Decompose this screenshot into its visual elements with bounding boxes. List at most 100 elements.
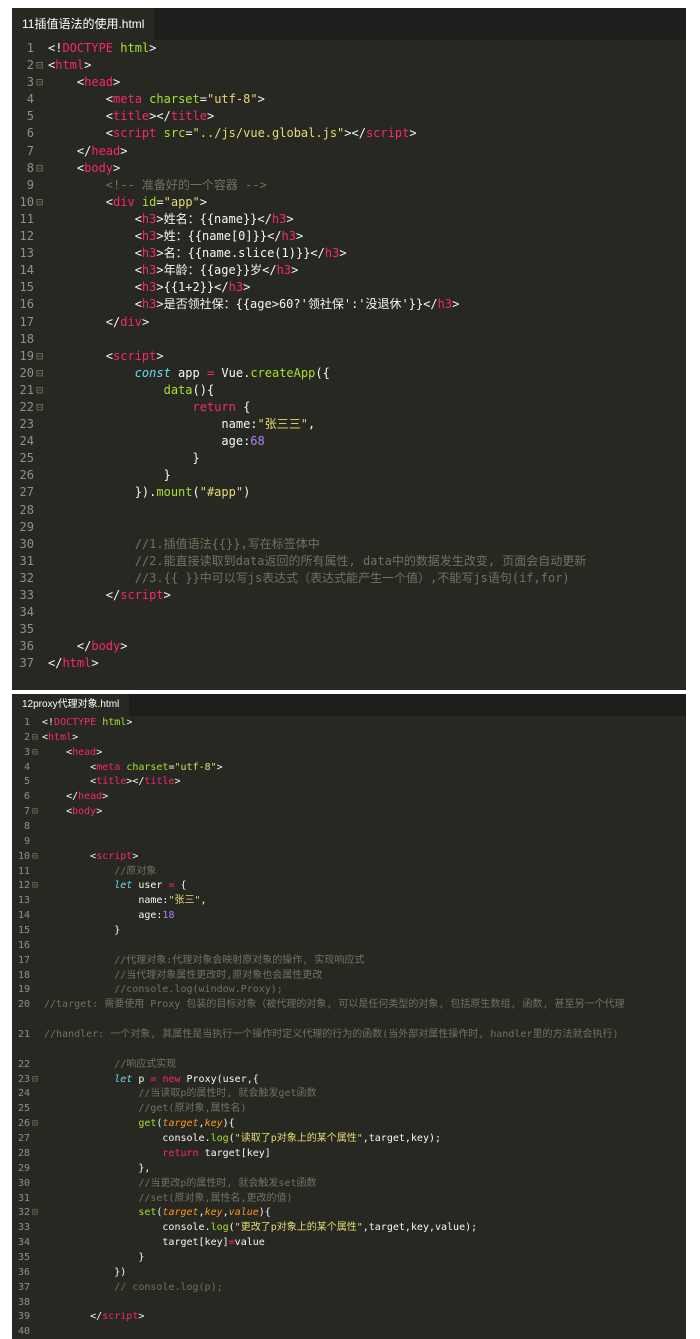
code-token: < — [48, 348, 114, 363]
code-line: 5 <title></title> — [12, 108, 686, 125]
code-line: 37 </html> — [12, 655, 686, 672]
code-token: "读取了p对象上的某个属性" — [234, 1133, 363, 1145]
line-number: 22 — [19, 399, 34, 414]
code-token: DOCTYPE — [62, 41, 114, 55]
fold-toggle-icon[interactable]: ⊟ — [36, 160, 43, 177]
code-line: 11 <h3>姓名：{{name}}</h3> — [12, 211, 686, 228]
code-token: > — [84, 58, 92, 73]
line-number: 22 — [17, 1058, 30, 1070]
code-text: console.log("更改了p对象上的某个属性",target,key,va… — [42, 1221, 477, 1236]
code-text: //当代理对象属性更改时,原对象也会属性更改 — [42, 969, 322, 984]
fold-toggle-icon[interactable]: ⊟ — [36, 348, 43, 365]
code-token: >姓名：{{name}}</ — [156, 211, 272, 226]
code-token: { — [174, 880, 187, 892]
code-line: 10 ⊟ <div id="app"> — [12, 194, 686, 211]
line-number: 37 — [17, 1281, 30, 1293]
fold-toggle-icon[interactable]: ⊟ — [32, 805, 38, 820]
code-token: > — [126, 717, 133, 728]
code-area[interactable]: 1 <!DOCTYPE html> 2 ⊟ <html> 3 ⊟ <head> 4 <meta… — [12, 716, 686, 1339]
code-token: </ — [42, 1311, 103, 1323]
code-token: //当读取p的属性时, 就会触发get函数 — [42, 1088, 317, 1100]
code-token: > — [132, 850, 139, 862]
code-line: 4 <meta charset="utf-8"> — [12, 761, 686, 776]
code-text: <meta charset="utf-8"> — [42, 761, 223, 776]
code-text: return target[key] — [42, 1147, 270, 1162]
code-token: h3 — [437, 297, 453, 312]
line-number: 30 — [17, 1177, 30, 1189]
code-token: < — [48, 229, 142, 244]
code-text: <h3>{{1+2}}</h3> — [48, 279, 251, 296]
code-area[interactable]: 1 <!DOCTYPE html> 2 ⊟ <html> 3 ⊟ <head> 4 <meta… — [12, 40, 686, 672]
code-line: 23 name:"张三三", — [12, 416, 686, 433]
code-token: > — [163, 588, 171, 602]
fold-toggle-icon[interactable]: ⊟ — [32, 1073, 38, 1088]
code-token: > — [243, 280, 251, 295]
code-text: <script> — [42, 850, 138, 865]
line-number: 4 — [23, 761, 30, 773]
line-number: 10 — [17, 850, 30, 862]
code-token: > — [174, 776, 181, 788]
fold-toggle-icon[interactable]: ⊟ — [32, 879, 38, 894]
fold-toggle-icon[interactable]: ⊟ — [36, 194, 43, 211]
code-token: script — [102, 1311, 139, 1323]
code-token: head — [78, 791, 103, 803]
fold-toggle-icon[interactable]: ⊟ — [36, 399, 43, 416]
code-token: > — [149, 41, 157, 55]
fold-toggle-icon[interactable]: ⊟ — [32, 1206, 38, 1221]
line-number: 12 — [17, 880, 30, 892]
code-line: 37 // console.log(p); — [12, 1281, 686, 1296]
code-token: </ — [48, 656, 63, 671]
code-line: 25 } — [12, 450, 686, 467]
file-tab[interactable]: 11插值语法的使用.html — [12, 8, 155, 40]
code-token: console. — [42, 1133, 211, 1145]
line-number: 13 — [19, 246, 34, 261]
code-token: ></ — [344, 126, 366, 141]
code-token: set — [138, 1207, 157, 1219]
code-token: h3 — [141, 263, 157, 278]
code-text: //原对象 — [42, 865, 156, 880]
line-number: 8 — [26, 160, 34, 175]
code-line: 8 — [12, 820, 686, 835]
file-tab[interactable]: 12proxy代理对象.html — [12, 694, 130, 716]
code-text: }).mount("#app") — [48, 484, 251, 501]
code-token: h3 — [141, 280, 157, 295]
code-token: script — [120, 588, 164, 602]
code-line: 27 console.log("读取了p对象上的某个属性",target,key… — [12, 1132, 686, 1147]
tab-bar: 12proxy代理对象.html — [12, 694, 686, 716]
code-token: return — [162, 1147, 199, 1159]
code-line: 8 ⊟ <body> — [12, 160, 686, 177]
fold-toggle-icon[interactable]: ⊟ — [32, 1117, 38, 1132]
line-number: 36 — [17, 1266, 30, 1278]
code-token: >姓：{{name[0]}}</ — [156, 229, 282, 244]
code-text: }) — [42, 1266, 126, 1281]
code-text: }, — [42, 1162, 150, 1177]
fold-toggle-icon[interactable]: ⊟ — [36, 74, 43, 91]
line-number: 29 — [17, 1162, 30, 1174]
code-token: <! — [42, 717, 55, 728]
code-token: let — [114, 1073, 133, 1085]
fold-toggle-icon[interactable]: ⊟ — [32, 746, 38, 761]
fold-toggle-icon[interactable]: ⊟ — [32, 850, 38, 865]
code-token: (){ — [192, 382, 215, 397]
line-number: 35 — [17, 1251, 30, 1263]
code-text: </script> — [48, 587, 171, 604]
line-number: 35 — [19, 622, 34, 637]
code-token: <!-- 准备好的一个容器 --> — [48, 177, 267, 192]
fold-toggle-icon[interactable]: ⊟ — [36, 365, 43, 382]
code-token: let — [114, 880, 133, 892]
code-token: >名：{{name.slice(1)}}</ — [156, 246, 325, 261]
line-number: 18 — [17, 969, 30, 981]
code-line: 25 //get(原对象,属性名) — [12, 1102, 686, 1117]
line-number: 33 — [19, 588, 34, 602]
fold-toggle-icon[interactable]: ⊟ — [36, 57, 43, 74]
code-token: , — [307, 417, 316, 432]
code-token: age: — [42, 910, 163, 922]
fold-toggle-icon[interactable]: ⊟ — [36, 382, 43, 399]
code-line: 26 } — [12, 467, 686, 484]
code-line: 10 ⊟ <script> — [12, 850, 686, 865]
fold-toggle-icon[interactable]: ⊟ — [32, 731, 38, 746]
code-line: 39 </script> — [12, 1310, 686, 1325]
code-text: return { — [48, 399, 251, 416]
code-token: html — [55, 58, 85, 73]
line-number: 4 — [26, 92, 34, 107]
